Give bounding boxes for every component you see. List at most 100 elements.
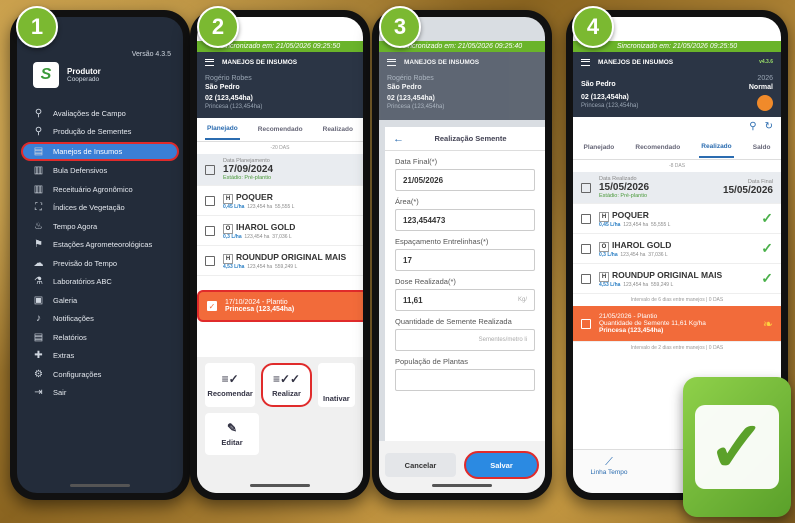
tab[interactable]: Planejado — [582, 138, 617, 157]
menu-icon[interactable] — [387, 58, 396, 66]
tab[interactable]: Recomendado — [256, 120, 305, 139]
farm-info: São Pedro 02 (123,454ha) Princesa (123,4… — [573, 72, 781, 117]
refresh-icon[interactable]: ↻ — [765, 121, 773, 132]
checkbox[interactable] — [581, 182, 591, 193]
menu-item[interactable]: ✚ Extras — [17, 347, 183, 366]
field-label: Espaçamento Entrelinhas(*) — [395, 237, 489, 246]
search-icon[interactable]: ⚲ — [749, 121, 756, 132]
seed-icon: ❧ — [762, 316, 773, 331]
inputs-management-icon: ▤ — [33, 145, 44, 157]
back-arrow-icon[interactable]: ← — [393, 133, 404, 145]
checkbox[interactable] — [581, 213, 591, 224]
menu-item[interactable]: ⚲ Avaliações de Campo — [17, 104, 183, 123]
menu-item[interactable]: ▤ Manejos de Insumos — [21, 142, 179, 161]
field-input[interactable]: Sementes/metro li — [395, 329, 535, 351]
field-input[interactable]: 21/05/2026 — [395, 169, 535, 191]
checkbox[interactable] — [581, 243, 591, 254]
save-button[interactable]: Salvar — [464, 451, 539, 479]
inactivate-button[interactable]: Inativar — [317, 363, 355, 407]
selected-planting-row[interactable]: ✓ 17/10/2024 - Plantio Princesa (123,454… — [197, 290, 363, 322]
planting-line2: Quantidade de Semente 11,61 Kg/ha — [599, 320, 706, 327]
product-rate: 0,3 L/ha — [223, 233, 242, 240]
report-icon: ▤ — [33, 331, 44, 343]
menu-item-label: Avaliações de Campo — [53, 108, 126, 118]
plot-sub: Princesa (123,454ha) — [581, 103, 639, 109]
product-row[interactable]: H POQUER 0,45 L/ha 123,454 ha 55,555 L — [197, 186, 363, 216]
checkbox[interactable] — [205, 255, 215, 266]
checkbox[interactable] — [581, 273, 591, 284]
recommend-button[interactable]: ≡✓ Recomendar — [205, 363, 256, 407]
product-name: IHAROL GOLD — [612, 239, 672, 250]
home-indicator — [432, 484, 492, 487]
product-volume: 37,036 L — [272, 233, 292, 240]
tab[interactable]: Realizado — [321, 120, 355, 139]
realization-screen: Sincronizado em: 21/05/2026 09:25:40 MAN… — [379, 17, 545, 493]
menu-icon[interactable] — [581, 58, 590, 66]
field-input[interactable] — [395, 369, 535, 391]
planting-row[interactable]: 21/05/2026 - Plantio Quantidade de Semen… — [573, 306, 781, 342]
product-row[interactable]: O IHAROL GOLD 0,3 L/ha 123,454 ha 37,036 … — [573, 234, 781, 264]
menu-item[interactable]: ♨ Tempo Agora — [17, 217, 183, 236]
product-row[interactable]: O IHAROL GOLD 0,3 L/ha 123,454 ha 37,036 … — [197, 216, 363, 246]
profile-role: Cooperado — [67, 76, 100, 83]
screen-title: MANEJOS DE INSUMOS — [404, 58, 480, 66]
product-volume: 37,036 L — [648, 251, 668, 258]
menu-item[interactable]: ⚲ Produção de Sementes — [17, 123, 183, 142]
cancel-button[interactable]: Cancelar — [385, 453, 456, 477]
menu-item-label: Produção de Sementes — [53, 127, 132, 137]
success-check-icon: ✓ — [683, 377, 791, 517]
menu-item[interactable]: ♪ Notificações — [17, 310, 183, 329]
menu-item[interactable]: ☁ Previsão do Tempo — [17, 254, 183, 273]
realized-date: 15/05/2026 — [599, 182, 650, 193]
pencil-icon: ✎ — [226, 421, 238, 435]
menu-item[interactable]: ⇥ Sair — [17, 384, 183, 403]
realized-stage: Estádio: Pré-plantio — [599, 193, 647, 199]
checkbox[interactable] — [205, 225, 215, 236]
menu-item[interactable]: ▣ Galeria — [17, 291, 183, 310]
product-row[interactable]: H ROUNDUP ORIGINAL MAIS 4,53 L/ha 123,454… — [573, 264, 781, 294]
realized-header-row[interactable]: Data Realizado 15/05/2026 Estádio: Pré-p… — [573, 172, 781, 204]
product-name: ROUNDUP ORIGINAL MAIS — [612, 269, 723, 280]
realize-button[interactable]: ≡✓✓ Realizar — [261, 363, 312, 407]
profile[interactable]: S Produtor Cooperado — [17, 58, 183, 104]
laboratory-icon: ⚗ — [34, 276, 43, 288]
plan-header-row[interactable]: Data Planejamento 17/09/2024 Estádio: Pr… — [197, 154, 363, 186]
days-separator: -20 DAS — [270, 145, 290, 151]
menu-item[interactable]: ⚑ Estações Agrometeorológicas — [17, 236, 183, 255]
menu-item[interactable]: ⚗ Laboratórios ABC — [17, 273, 183, 292]
menu-item[interactable]: ⚙ Configurações — [17, 365, 183, 384]
field-input[interactable]: 123,454473 — [395, 209, 535, 231]
checkbox[interactable] — [205, 195, 215, 206]
menu-item[interactable]: ▥ Bula Defensivos — [17, 162, 183, 181]
field-evaluation-icon: ⚲ — [34, 107, 43, 119]
timeline-tab[interactable]: ⟋ Linha Tempo — [587, 456, 631, 476]
checkbox[interactable] — [205, 164, 215, 175]
checkbox[interactable] — [581, 318, 591, 329]
menu-item[interactable]: ⛶ Índices de Vegetação — [17, 199, 183, 218]
plan-stage: Estádio: Pré-plantio — [223, 175, 271, 181]
product-row[interactable]: H POQUER 0,45 L/ha 123,454 ha 55,555 L ✓ — [573, 204, 781, 234]
menu-item[interactable]: ▥ Receituário Agronômico — [17, 180, 183, 199]
field-input[interactable]: 11,61 Kg/ — [395, 289, 535, 311]
menu-item-label: Notificações — [53, 314, 94, 324]
realize-icon: ≡✓✓ — [272, 372, 301, 386]
tab[interactable]: Recomendado — [633, 138, 682, 157]
product-row[interactable]: H ROUNDUP ORIGINAL MAIS 4,53 L/ha 123,454… — [197, 246, 363, 276]
menu-item[interactable]: ▤ Relatórios — [17, 328, 183, 347]
field-label: Dose Realizada(*) — [395, 277, 456, 286]
checked-checkbox-icon[interactable]: ✓ — [207, 301, 217, 311]
step-badge-1: 1 — [16, 6, 58, 48]
menu-item-label: Bula Defensivos — [53, 166, 108, 176]
tab[interactable]: Realizado — [699, 137, 734, 158]
step-badge-2: 2 — [197, 6, 239, 48]
gallery-icon: ▣ — [33, 294, 44, 306]
field-label: Área(*) — [395, 197, 419, 206]
tab[interactable]: Saldo — [751, 138, 773, 157]
edit-button[interactable]: ✎ Editar — [205, 413, 259, 455]
tab[interactable]: Planejado — [205, 119, 240, 140]
menu-item-label: Manejos de Insumos — [53, 146, 123, 156]
field-input[interactable]: 17 — [395, 249, 535, 271]
menu-icon[interactable] — [205, 58, 214, 66]
tabs: Planejado Recomendado Realizado — [197, 118, 363, 142]
product-list: H POQUER 0,45 L/ha 123,454 ha 55,555 L OI… — [197, 186, 363, 276]
